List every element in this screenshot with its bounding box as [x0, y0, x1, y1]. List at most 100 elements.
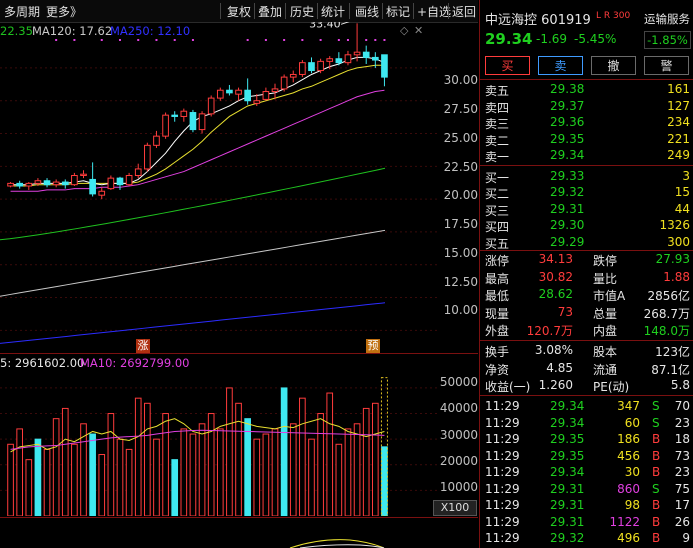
candle-body[interactable] [52, 181, 60, 186]
tick-row[interactable]: 11:29 29.34 30 B 23 [480, 465, 693, 480]
volume-bar[interactable] [107, 413, 115, 516]
volume-bar[interactable] [271, 428, 279, 516]
candle-body[interactable] [107, 177, 115, 190]
ask-row[interactable]: 卖二 29.35 221 [480, 132, 693, 148]
tick-row[interactable]: 11:29 29.31 860 S 75 [480, 482, 693, 497]
volume-bar[interactable] [308, 438, 315, 516]
volume-bar[interactable] [16, 428, 24, 516]
volume-bar[interactable] [180, 428, 188, 516]
cancel-order-button[interactable]: 撤 [591, 56, 636, 75]
statistics-button[interactable]: 统计 [321, 3, 345, 20]
bid-row[interactable]: 买五 29.29 300 [480, 235, 693, 251]
volume-bar[interactable] [198, 423, 206, 516]
sector-name[interactable]: 运输服务 [644, 11, 690, 27]
candle-body[interactable] [289, 73, 297, 78]
candle-body[interactable] [98, 190, 106, 196]
tick-row[interactable]: 11:29 29.31 1122 B 26 [480, 515, 693, 530]
volume-bar[interactable] [189, 433, 197, 516]
ask-row[interactable]: 卖三 29.36 234 [480, 115, 693, 131]
more-menu[interactable]: 更多》 [46, 3, 82, 20]
candle-body[interactable] [262, 91, 270, 100]
tick-row[interactable]: 11:29 29.35 186 B 18 [480, 432, 693, 447]
candle-body[interactable] [162, 114, 169, 137]
candle-body[interactable] [153, 135, 160, 146]
candle-body[interactable] [43, 180, 51, 186]
volume-bar[interactable] [98, 454, 106, 516]
buy-button[interactable]: 买 [485, 56, 530, 75]
volume-bar[interactable] [144, 402, 151, 516]
adjust-button[interactable]: 复权 [227, 3, 251, 20]
overlay-button[interactable]: 叠加 [258, 3, 282, 20]
volume-bar[interactable] [335, 443, 343, 516]
volume-bar[interactable] [162, 413, 169, 516]
volume-bar[interactable] [244, 418, 251, 516]
volume-bar[interactable] [216, 428, 224, 516]
ask-row[interactable]: 卖五 29.38 161 [480, 82, 693, 98]
volume-bar[interactable] [371, 402, 379, 516]
candle-body[interactable] [253, 100, 261, 104]
back-button[interactable]: 返回 [452, 3, 476, 20]
candle-body[interactable] [207, 97, 215, 115]
candle-body[interactable] [280, 76, 288, 90]
tick-row[interactable]: 11:29 29.35 456 B 73 [480, 449, 693, 464]
volume-bar[interactable] [344, 428, 352, 516]
candle-body[interactable] [226, 89, 233, 94]
candle-body[interactable] [317, 60, 324, 72]
candle-body[interactable] [16, 182, 24, 187]
ask-row[interactable]: 卖一 29.34 249 [480, 148, 693, 164]
sell-button[interactable]: 卖 [538, 56, 583, 75]
candle-body[interactable] [381, 54, 388, 78]
candle-body[interactable] [371, 56, 379, 61]
volume-chart[interactable] [0, 370, 440, 516]
bid-row[interactable]: 买三 29.31 44 [480, 202, 693, 218]
tick-row[interactable]: 11:29 29.32 496 B 9 [480, 531, 693, 546]
candle-body[interactable] [116, 177, 124, 186]
multi-period-menu[interactable]: 多周期 [4, 3, 40, 20]
volume-bar[interactable] [52, 418, 60, 516]
volume-bar[interactable] [226, 387, 233, 516]
alert-button[interactable]: 警 [644, 56, 689, 75]
volume-bar[interactable] [299, 397, 306, 516]
volume-bar[interactable] [89, 433, 96, 516]
limit-up-marker[interactable]: 涨 [136, 339, 150, 353]
volume-bar[interactable] [362, 407, 370, 516]
add-watchlist-button[interactable]: +自选 [417, 3, 451, 20]
volume-bar[interactable] [317, 413, 324, 516]
candle-body[interactable] [80, 173, 87, 177]
indicator-strip[interactable] [0, 518, 478, 548]
volume-bar[interactable] [289, 423, 297, 516]
tick-row[interactable]: 11:29 29.34 60 S 23 [480, 416, 693, 431]
candle-body[interactable] [198, 113, 206, 131]
candle-body[interactable] [25, 182, 33, 187]
candle-body[interactable] [71, 175, 78, 186]
candle-body[interactable] [7, 182, 14, 187]
bid-row[interactable]: 买四 29.30 1326 [480, 218, 693, 234]
volume-bar[interactable] [235, 402, 242, 516]
volume-bar[interactable] [116, 438, 124, 516]
tick-row[interactable]: 11:29 29.31 98 B 17 [480, 498, 693, 513]
candle-body[interactable] [134, 168, 142, 177]
candle-body[interactable] [326, 58, 334, 62]
volume-bar[interactable] [25, 459, 33, 516]
tick-row[interactable]: 11:29 29.34 347 S 70 [480, 399, 693, 414]
candle-body[interactable] [34, 180, 42, 184]
volume-bar[interactable] [207, 413, 215, 516]
candle-body[interactable] [271, 88, 279, 93]
candle-body[interactable] [61, 181, 69, 186]
volume-bar[interactable] [43, 448, 51, 516]
volume-bar[interactable] [253, 438, 261, 516]
candle-body[interactable] [299, 62, 306, 75]
volume-bar[interactable] [125, 448, 133, 516]
candle-body[interactable] [353, 51, 361, 56]
volume-bar[interactable] [153, 438, 160, 516]
candle-body[interactable] [244, 89, 251, 102]
bid-row[interactable]: 买二 29.32 15 [480, 185, 693, 201]
volume-bar[interactable] [171, 459, 179, 516]
volume-bar[interactable] [71, 443, 78, 516]
candle-body[interactable] [180, 110, 188, 117]
candle-body[interactable] [189, 112, 197, 131]
candle-body[interactable] [89, 178, 96, 195]
candle-body[interactable] [335, 58, 343, 64]
candle-body[interactable] [235, 89, 242, 95]
mark-button[interactable]: 标记 [386, 3, 410, 20]
